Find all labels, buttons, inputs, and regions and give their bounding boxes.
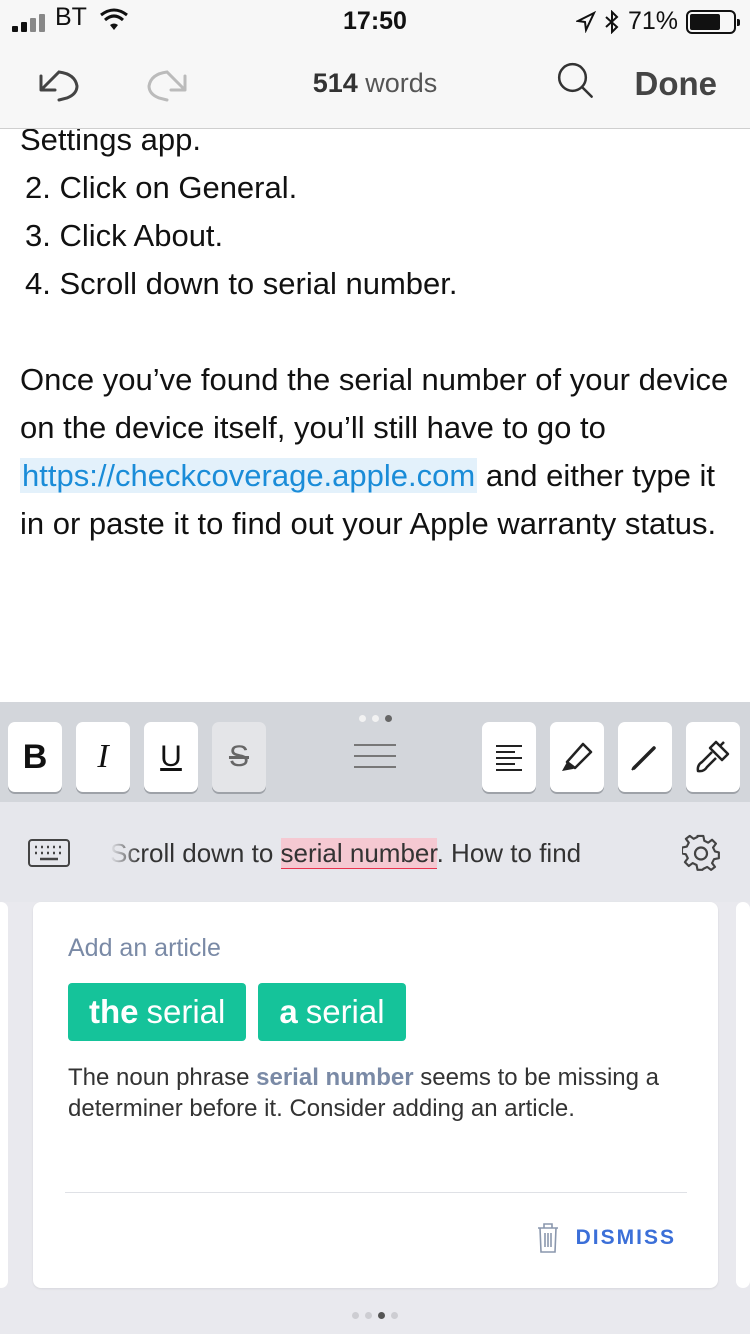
italic-label: I — [97, 738, 109, 775]
page-dot — [358, 715, 366, 722]
battery-percent: 71% — [627, 7, 678, 35]
card-title: Add an article — [68, 934, 221, 962]
suggestion-chip-a[interactable]: a serial — [258, 983, 406, 1041]
bold-label: B — [22, 737, 48, 776]
chip-rest: serial — [305, 993, 385, 1030]
dismiss-label: DISMISS — [575, 1226, 676, 1249]
desc-keyword: serial number — [256, 1064, 414, 1091]
context-bar: Scroll down to serial number. How to fin… — [0, 802, 750, 902]
card-pager — [0, 1306, 750, 1324]
chip-bold: a — [279, 993, 298, 1030]
card-description: The noun phrase serial number seems to b… — [68, 1062, 668, 1124]
strikethrough-label: S — [228, 740, 249, 773]
drag-handle-icon[interactable] — [354, 744, 396, 777]
pen-icon — [631, 746, 656, 771]
page-dot-active — [378, 1312, 385, 1319]
status-bar: BT 17:50 71% — [0, 0, 750, 40]
next-card-edge[interactable] — [736, 902, 750, 1288]
page-dot — [352, 1312, 359, 1319]
style-button[interactable] — [686, 722, 740, 792]
page-dot — [391, 1312, 398, 1319]
done-button[interactable]: Done — [635, 65, 718, 103]
paragraph-text-before: Once you’ve found the serial number of y… — [20, 362, 729, 445]
highlighter-icon — [562, 742, 593, 771]
context-after: . How to find — [436, 838, 582, 868]
fade-left — [110, 832, 140, 872]
strikethrough-button[interactable]: S — [212, 722, 266, 792]
page-dot — [371, 715, 379, 722]
desc-before: The noun phrase — [68, 1064, 257, 1091]
word-count-suffix: words — [357, 68, 438, 98]
steps-list: 2. Click on General. 3. Click About. 4. … — [25, 164, 458, 308]
suggestion-card: Add an article the serial a serial The nou… — [33, 902, 718, 1288]
suggestion-chips: the serial a serial — [68, 983, 406, 1041]
format-toolbar: B I U S — [0, 702, 750, 802]
list-item: 3. Click About. — [25, 218, 224, 253]
suggestion-chip-the[interactable]: the serial — [68, 983, 247, 1041]
assistant-panel: B I U S Scroll down to serial number. Ho… — [0, 702, 750, 1334]
page-dot — [365, 1312, 372, 1319]
status-right: 71% — [575, 7, 740, 36]
partial-line: Settings app. — [20, 129, 201, 157]
chip-bold: the — [89, 993, 139, 1030]
page-dot-active — [384, 715, 392, 722]
location-icon — [575, 10, 596, 33]
underline-label: U — [160, 740, 182, 773]
battery-icon — [686, 9, 740, 34]
search-icon[interactable] — [551, 60, 599, 100]
editor-nav-bar: 514 words Done — [0, 40, 750, 129]
bluetooth-icon — [605, 9, 619, 34]
flagged-phrase[interactable]: serial number — [280, 838, 437, 869]
paintbrush-icon — [696, 740, 730, 773]
italic-button[interactable]: I — [76, 722, 130, 792]
list-item: 4. Scroll down to serial number. — [25, 266, 458, 301]
divider — [65, 1192, 687, 1193]
prev-card-edge[interactable] — [0, 902, 8, 1288]
settings-gear-icon[interactable] — [682, 834, 720, 872]
fade-right — [600, 832, 630, 872]
keyboard-icon[interactable] — [28, 839, 70, 867]
checkcoverage-link[interactable]: https://checkcoverage.apple.com — [20, 458, 478, 493]
word-count-number: 514 — [312, 68, 358, 98]
dismiss-button[interactable]: DISMISS — [536, 1222, 676, 1254]
underline-button[interactable]: U — [144, 722, 198, 792]
list-item: 2. Click on General. — [25, 170, 298, 205]
chip-rest: serial — [146, 993, 226, 1030]
align-button[interactable] — [482, 722, 536, 792]
pen-button[interactable] — [618, 722, 672, 792]
align-left-icon — [496, 745, 522, 771]
paragraph: Once you’ve found the serial number of y… — [20, 356, 730, 548]
battery-fill — [690, 13, 720, 30]
context-sentence: Scroll down to serial number. How to fin… — [110, 838, 630, 869]
bold-button[interactable]: B — [8, 722, 62, 792]
trash-icon — [537, 1223, 558, 1253]
highlight-button[interactable] — [550, 722, 604, 792]
document-body[interactable]: Settings app. 2. Click on General. 3. Cl… — [0, 129, 750, 702]
